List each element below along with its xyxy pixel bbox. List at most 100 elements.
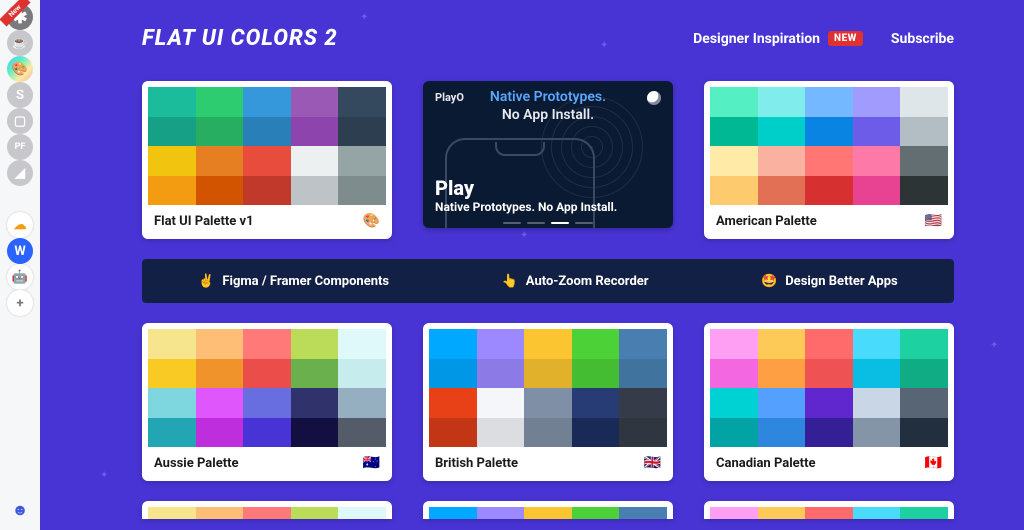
sidebar-item-cup[interactable]: ☕	[7, 30, 33, 56]
palette-card-peek-2[interactable]	[704, 501, 954, 519]
sidebar-item-asterisk[interactable]: ✱	[7, 4, 33, 30]
color-swatch[interactable]	[291, 388, 339, 418]
color-swatch[interactable]	[758, 418, 806, 448]
color-swatch[interactable]	[291, 359, 339, 389]
color-swatch[interactable]	[619, 329, 667, 359]
color-swatch[interactable]	[758, 329, 806, 359]
color-swatch[interactable]	[243, 418, 291, 448]
color-swatch[interactable]	[572, 388, 620, 418]
color-swatch[interactable]	[196, 87, 244, 117]
color-swatch[interactable]	[291, 87, 339, 117]
color-swatch[interactable]	[805, 418, 853, 448]
color-swatch[interactable]	[429, 359, 477, 389]
color-swatch[interactable]	[291, 176, 339, 206]
color-swatch[interactable]	[291, 329, 339, 359]
nav-subscribe[interactable]: Subscribe	[891, 31, 954, 47]
color-swatch[interactable]	[196, 176, 244, 206]
sidebar-item-plus[interactable]: +	[7, 290, 33, 316]
color-swatch[interactable]	[710, 176, 758, 206]
color-swatch[interactable]	[291, 117, 339, 147]
color-swatch[interactable]	[853, 329, 901, 359]
palette-card-peek-1[interactable]	[423, 501, 673, 519]
color-swatch[interactable]	[148, 418, 196, 448]
color-swatch[interactable]	[429, 418, 477, 448]
promo-bar-item-0[interactable]: ✌️Figma / Framer Components	[198, 274, 389, 289]
color-swatch[interactable]	[853, 418, 901, 448]
color-swatch[interactable]	[710, 117, 758, 147]
color-swatch[interactable]	[853, 117, 901, 147]
color-swatch[interactable]	[148, 87, 196, 117]
color-swatch[interactable]	[758, 117, 806, 147]
color-swatch[interactable]	[805, 359, 853, 389]
color-swatch[interactable]	[758, 146, 806, 176]
color-swatch[interactable]	[148, 359, 196, 389]
color-swatch[interactable]	[758, 359, 806, 389]
color-swatch[interactable]	[853, 87, 901, 117]
color-swatch[interactable]	[477, 329, 525, 359]
color-swatch[interactable]	[619, 359, 667, 389]
color-swatch[interactable]	[900, 418, 948, 448]
color-swatch[interactable]	[196, 388, 244, 418]
carousel-dot[interactable]	[503, 222, 521, 224]
color-swatch[interactable]	[619, 388, 667, 418]
palette-card-peek-0[interactable]	[142, 501, 392, 519]
color-swatch[interactable]	[338, 388, 386, 418]
color-swatch[interactable]	[291, 418, 339, 448]
color-swatch[interactable]	[805, 146, 853, 176]
color-swatch[interactable]	[805, 329, 853, 359]
sidebar-item-cloud[interactable]: ☁	[7, 212, 33, 238]
color-swatch[interactable]	[148, 176, 196, 206]
color-swatch[interactable]	[524, 359, 572, 389]
color-swatch[interactable]	[710, 418, 758, 448]
color-swatch[interactable]	[243, 359, 291, 389]
color-swatch[interactable]	[196, 329, 244, 359]
carousel-dot[interactable]	[551, 222, 569, 224]
color-swatch[interactable]	[338, 359, 386, 389]
color-swatch[interactable]	[338, 117, 386, 147]
color-swatch[interactable]	[710, 359, 758, 389]
color-swatch[interactable]	[243, 146, 291, 176]
color-swatch[interactable]	[710, 146, 758, 176]
palette-card-canadian[interactable]: Canadian Palette🇨🇦	[704, 323, 954, 481]
color-swatch[interactable]	[196, 418, 244, 448]
color-swatch[interactable]	[900, 388, 948, 418]
sidebar-item-pf[interactable]: PF	[7, 134, 33, 160]
color-swatch[interactable]	[805, 117, 853, 147]
sidebar-item-chart[interactable]: ◢	[7, 160, 33, 186]
color-swatch[interactable]	[758, 388, 806, 418]
color-swatch[interactable]	[338, 418, 386, 448]
nav-inspiration[interactable]: Designer Inspiration NEW	[693, 31, 863, 47]
carousel-dot[interactable]	[575, 222, 593, 224]
color-swatch[interactable]	[572, 329, 620, 359]
color-swatch[interactable]	[853, 146, 901, 176]
color-swatch[interactable]	[338, 146, 386, 176]
color-swatch[interactable]	[758, 87, 806, 117]
carousel-dot[interactable]	[527, 222, 545, 224]
sidebar-item-chat[interactable]: ▢	[7, 108, 33, 134]
palette-card-aussie[interactable]: Aussie Palette🇦🇺	[142, 323, 392, 481]
color-swatch[interactable]	[338, 176, 386, 206]
color-swatch[interactable]	[196, 359, 244, 389]
color-swatch[interactable]	[477, 359, 525, 389]
color-swatch[interactable]	[805, 87, 853, 117]
color-swatch[interactable]	[805, 388, 853, 418]
color-swatch[interactable]	[148, 117, 196, 147]
color-swatch[interactable]	[805, 176, 853, 206]
color-swatch[interactable]	[429, 388, 477, 418]
promo-card[interactable]: PlayONative Prototypes.No App Install.Pl…	[423, 81, 673, 228]
color-swatch[interactable]	[243, 329, 291, 359]
color-swatch[interactable]	[853, 388, 901, 418]
color-swatch[interactable]	[148, 388, 196, 418]
color-swatch[interactable]	[900, 87, 948, 117]
color-swatch[interactable]	[524, 418, 572, 448]
carousel-dots[interactable]	[503, 222, 593, 224]
promo-bar-item-2[interactable]: 🤩Design Better Apps	[761, 274, 898, 289]
color-swatch[interactable]	[710, 388, 758, 418]
color-swatch[interactable]	[524, 388, 572, 418]
color-swatch[interactable]	[243, 388, 291, 418]
color-swatch[interactable]	[148, 146, 196, 176]
color-swatch[interactable]	[196, 117, 244, 147]
color-swatch[interactable]	[291, 146, 339, 176]
sidebar-item-s[interactable]: S	[7, 82, 33, 108]
color-swatch[interactable]	[338, 87, 386, 117]
